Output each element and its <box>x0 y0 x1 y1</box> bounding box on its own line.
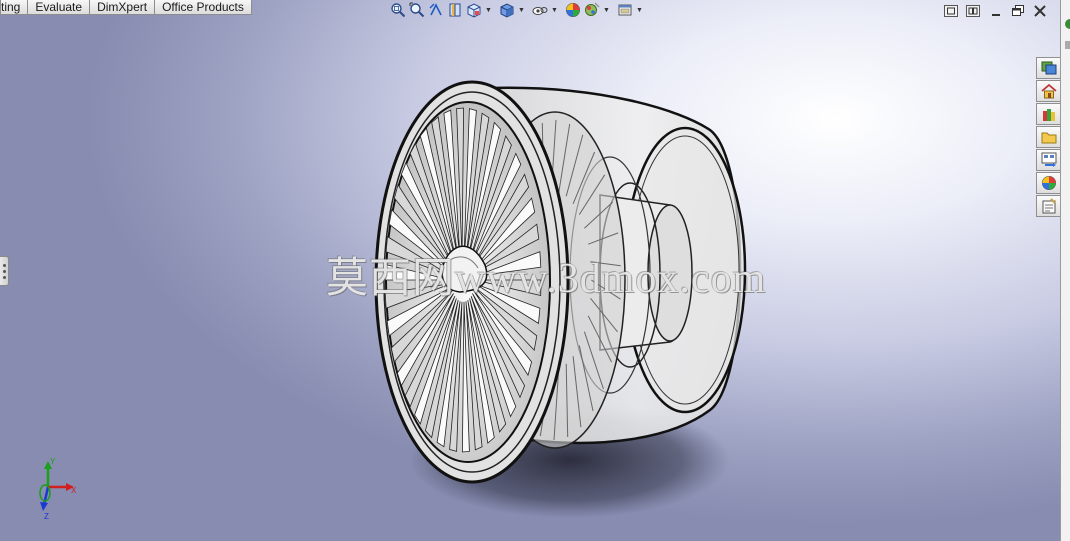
task-pane-tabs <box>1036 57 1060 217</box>
previous-view-icon[interactable] <box>428 2 444 18</box>
section-view-icon[interactable] <box>447 2 463 18</box>
reference-triad: Y X Z <box>39 457 77 520</box>
minimize-icon[interactable] <box>988 4 1004 18</box>
display-style-icon[interactable] <box>499 2 515 18</box>
model-window-controls <box>943 4 981 18</box>
appearances-icon[interactable] <box>1036 172 1060 194</box>
view-orientation-icon[interactable] <box>466 2 482 18</box>
tab-sketching[interactable]: ting <box>0 0 29 15</box>
feature-manager-collapse-handle[interactable] <box>0 256 9 286</box>
custom-properties-icon[interactable] <box>1036 195 1060 217</box>
view-palette-icon[interactable] <box>1036 149 1060 171</box>
task-pane <box>1060 0 1070 541</box>
command-manager-tabs: ting Evaluate DimXpert Office Products <box>0 0 252 16</box>
model-restore-icon[interactable] <box>943 4 959 18</box>
hide-show-items-icon[interactable] <box>532 2 548 18</box>
home-icon[interactable] <box>1036 80 1060 102</box>
task-pane-edge-icon <box>1065 41 1070 49</box>
zoom-to-fit-icon[interactable] <box>390 2 406 18</box>
solidworks-resources-icon[interactable] <box>1036 57 1060 79</box>
tab-dimxpert[interactable]: DimXpert <box>89 0 156 15</box>
zoom-to-area-icon[interactable] <box>409 2 425 18</box>
triad-x-label: X <box>71 486 77 495</box>
view-settings-icon[interactable] <box>617 2 633 18</box>
design-library-icon[interactable] <box>1036 103 1060 125</box>
edit-appearance-icon[interactable] <box>565 2 581 18</box>
display-style-dropdown-icon[interactable]: ▼ <box>518 2 525 18</box>
task-pane-edge-icon <box>1065 19 1070 29</box>
apply-scene-dropdown-icon[interactable]: ▼ <box>603 2 610 18</box>
app-window-controls <box>988 4 1048 18</box>
hide-show-dropdown-icon[interactable]: ▼ <box>551 2 558 18</box>
tab-evaluate[interactable]: Evaluate <box>27 0 91 15</box>
model-tile-icon[interactable] <box>965 4 981 18</box>
view-settings-dropdown-icon[interactable]: ▼ <box>636 2 643 18</box>
triad-y-label: Y <box>50 457 56 466</box>
apply-scene-icon[interactable] <box>584 2 600 18</box>
watermark-text: 莫西网www.3dmox.com <box>326 256 767 302</box>
tab-office-products[interactable]: Office Products <box>154 0 252 15</box>
graphics-area[interactable]: ting Evaluate DimXpert Office Products ▼… <box>0 0 1060 541</box>
close-icon[interactable] <box>1032 4 1048 18</box>
restore-icon[interactable] <box>1010 4 1026 18</box>
heads-up-view-toolbar: ▼ ▼ ▼ ▼ ▼ <box>390 2 647 18</box>
view-orientation-dropdown-icon[interactable]: ▼ <box>485 2 492 18</box>
triad-z-label: Z <box>44 512 49 520</box>
file-explorer-icon[interactable] <box>1036 126 1060 148</box>
